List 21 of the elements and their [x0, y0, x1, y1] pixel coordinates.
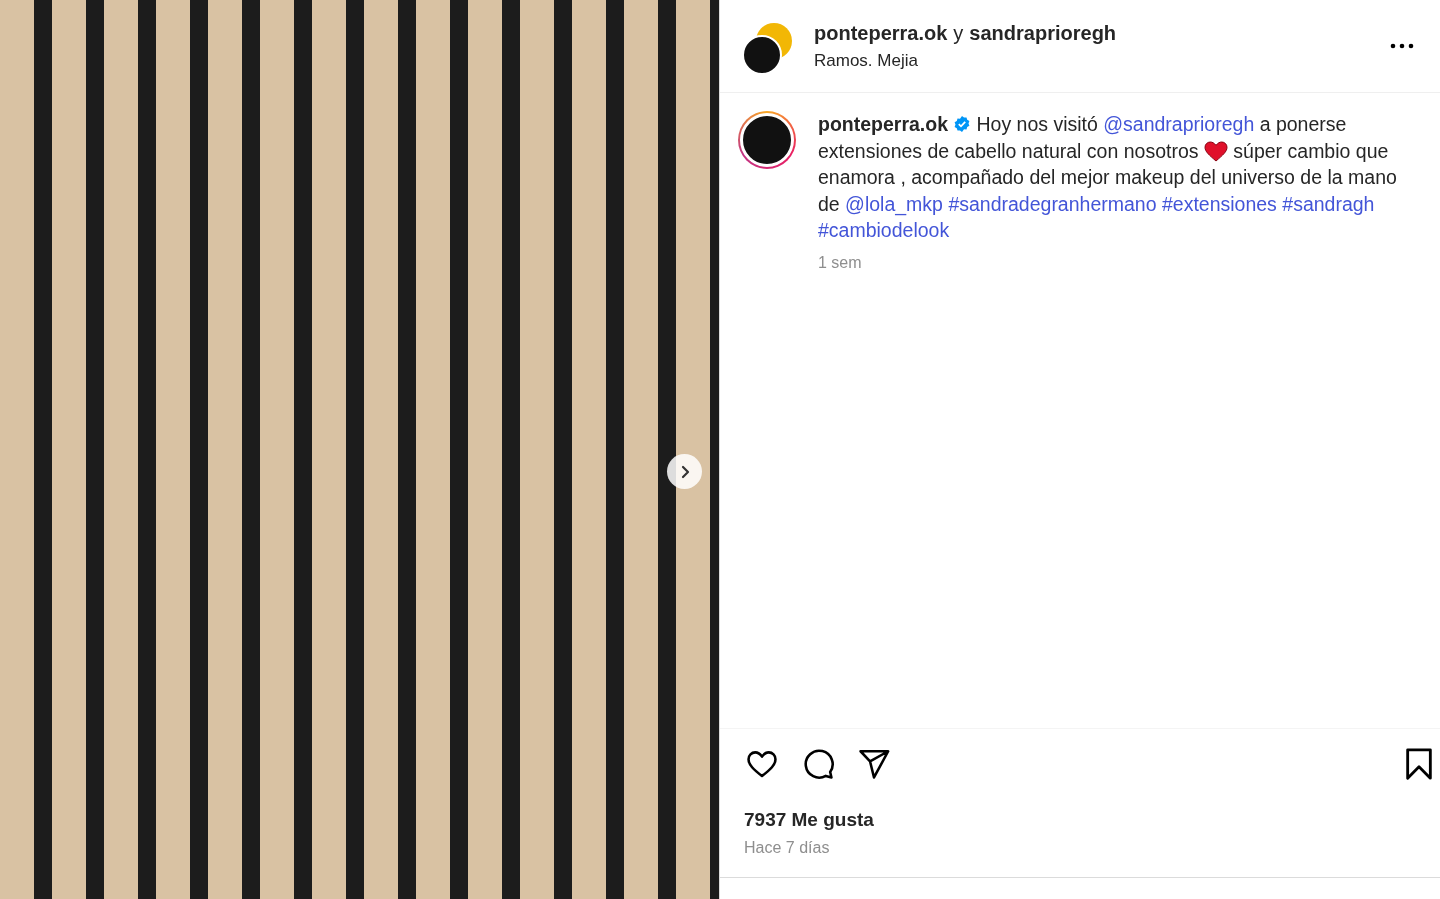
post-date: Hace 7 días	[743, 838, 831, 858]
post-age: 1 sem	[818, 253, 862, 272]
more-icon	[1390, 43, 1414, 49]
share-icon[interactable]	[856, 747, 892, 781]
avatar[interactable]	[738, 111, 796, 169]
username-link[interactable]: ponteperra.ok	[818, 113, 949, 135]
conjunction-text: y	[953, 21, 964, 45]
hashtag-link[interactable]: @lola_mkp	[845, 192, 943, 215]
likes-count[interactable]: 7937 Me gusta	[720, 799, 1440, 831]
hashtag-link[interactable]: #extensiones	[1161, 192, 1277, 215]
location-link[interactable]: Ramos. Mejia	[814, 50, 1386, 71]
hashtag-link[interactable]: #sandradegranhermano	[948, 192, 1157, 215]
next-button[interactable]	[667, 454, 702, 489]
hashtag-link[interactable]: @sandraprioregh	[1103, 113, 1255, 135]
heart-emoji-icon	[1203, 140, 1228, 162]
username-link[interactable]: ponteperra.ok	[814, 21, 948, 45]
caption-text: ponteperra.ok Hoy nos visitó @sandraprioregh a ponerse extensiones de cabello natural con nosotros súper cambio que enamora , acompañado del mejor makeup del universo de la mano de @lola_mkp #sandradegranhermano #extensiones #sandragh #cambiodelook	[818, 112, 1398, 243]
hashtag-link[interactable]: #cambiodelook	[818, 219, 950, 241]
bookmark-icon[interactable]	[1404, 747, 1434, 781]
username-link[interactable]: sandraprioregh	[969, 21, 1117, 45]
hashtag-link[interactable]: #sandragh	[1282, 192, 1375, 215]
